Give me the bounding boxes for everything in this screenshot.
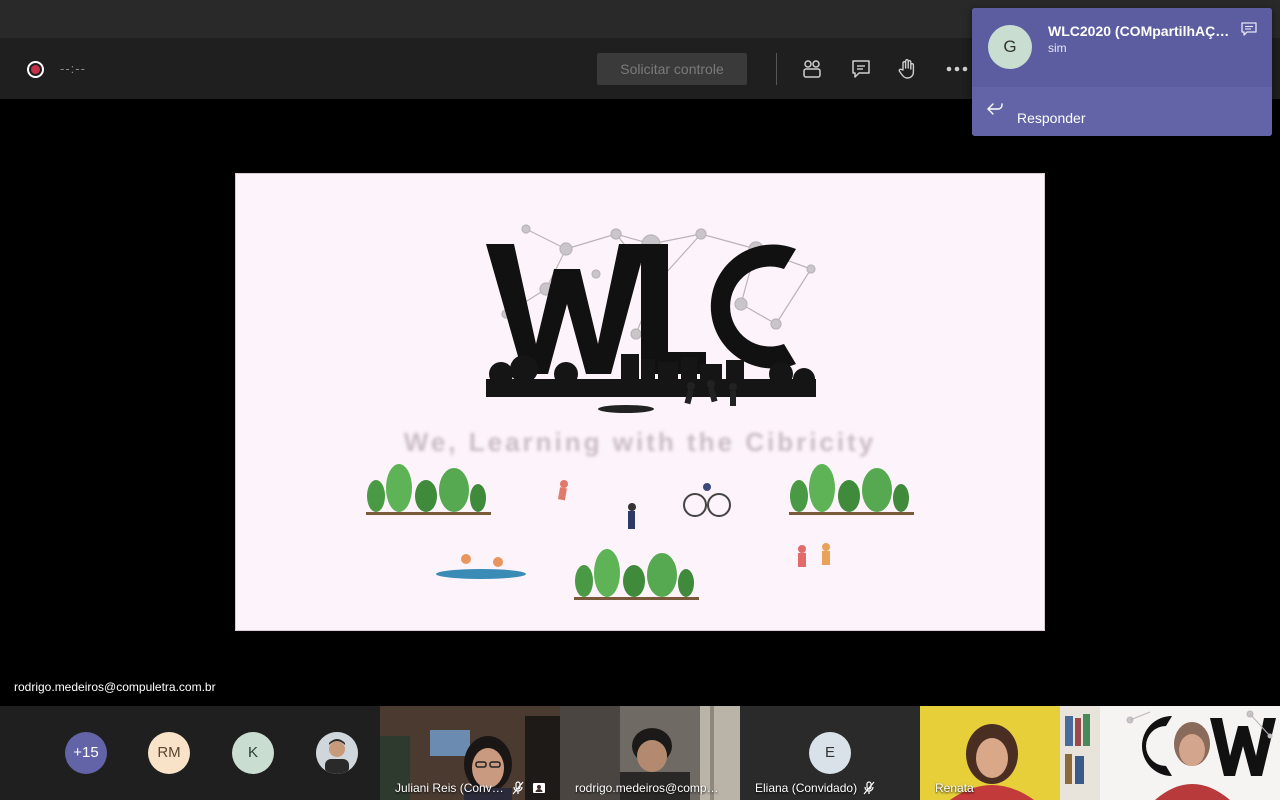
presenter-badge-icon [533, 783, 545, 793]
request-control-button[interactable]: Solicitar controle [597, 53, 747, 85]
tile-name-renata: Renata [935, 781, 974, 795]
tile-name-juliani: Juliani Reis (Convidado) [395, 781, 505, 795]
presenter-name: rodrigo.medeiros@compuletra.com.br [14, 680, 216, 694]
toolbar-divider [776, 53, 777, 85]
video-tile-wlc[interactable] [1100, 706, 1280, 800]
shared-screen-slide: We, Learning with the Cibricity [235, 173, 1045, 631]
more-participants-button[interactable]: +15 [65, 732, 107, 774]
notification-message: sim [1048, 41, 1067, 55]
sender-avatar: G [988, 25, 1032, 69]
record-indicator-icon [27, 61, 44, 78]
tile-name-rodrigo: rodrigo.medeiros@compuletra.com.br [575, 781, 725, 795]
wlc-logo-illustration [366, 224, 914, 600]
participant-avatar-photo[interactable] [316, 732, 358, 774]
chat-icon[interactable] [849, 58, 873, 80]
open-chat-icon[interactable] [1240, 21, 1258, 37]
more-options-icon[interactable] [945, 58, 969, 80]
notification-title: WLC2020 (COMpartilhAÇÕES) [1048, 23, 1238, 39]
video-tile-renata[interactable]: Renata [920, 706, 1100, 800]
video-tile-rodrigo[interactable]: rodrigo.medeiros@compuletra.com.br [560, 706, 740, 800]
reply-icon [987, 103, 1003, 115]
participants-icon[interactable] [800, 58, 824, 80]
reply-label: Responder [1017, 110, 1086, 126]
avatar-photo-icon [316, 732, 358, 774]
chat-notification[interactable]: G WLC2020 (COMpartilhAÇÕES) sim Responde… [972, 8, 1272, 136]
slide-tagline: We, Learning with the Cibricity [403, 427, 877, 457]
mic-muted-icon [512, 781, 524, 795]
video-tile-juliani[interactable]: Juliani Reis (Convidado) [380, 706, 560, 800]
eliana-avatar: E [809, 732, 851, 774]
video-feed-wlc [1100, 706, 1280, 800]
tile-name-eliana: Eliana (Convidado) [755, 781, 858, 795]
mic-muted-icon [863, 781, 875, 795]
video-tile-eliana[interactable]: E Eliana (Convidado) [740, 706, 920, 800]
meeting-timer: --:-- [60, 61, 86, 76]
participant-avatar-k[interactable]: K [232, 732, 274, 774]
participant-avatar-rm[interactable]: RM [148, 732, 190, 774]
raise-hand-icon[interactable] [896, 58, 920, 80]
